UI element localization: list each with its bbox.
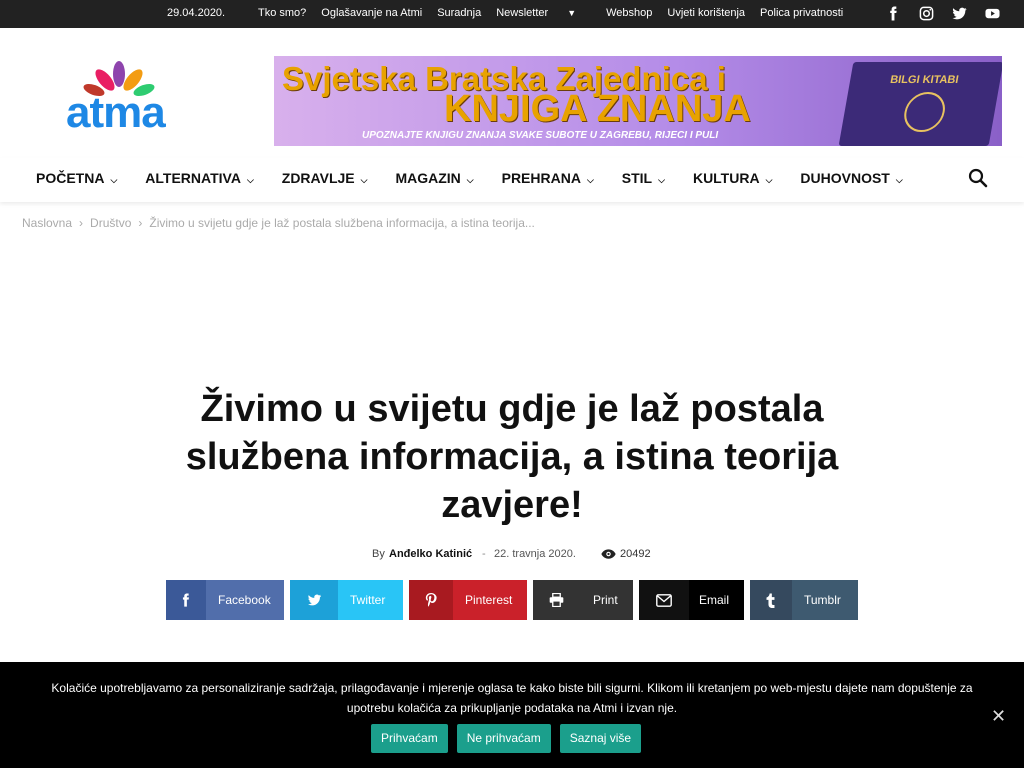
instagram-icon[interactable] (919, 6, 934, 21)
top-bar: 29.04.2020. Tko smo? Oglašavanje na Atmi… (0, 0, 1024, 28)
nav-item-label: MAGAZIN (395, 170, 461, 186)
pinterest-icon (409, 580, 453, 620)
nav-item-spirituality[interactable]: DUHOVNOST ⌵ (800, 170, 902, 186)
share-twitter-button[interactable]: Twitter (290, 580, 403, 620)
author-link[interactable]: Anđelko Katinić (389, 548, 472, 560)
nav-item-label: DUHOVNOST (800, 170, 890, 186)
meta-separator: - (482, 548, 486, 560)
youtube-icon[interactable] (985, 6, 1000, 21)
nav-item-health[interactable]: ZDRAVLJE ⌵ (282, 170, 368, 186)
chevron-down-icon: ⌵ (246, 175, 254, 185)
nav-item-label: POČETNA (36, 170, 105, 186)
share-email-button[interactable]: Email (639, 580, 744, 620)
chevron-down-icon: ⌵ (765, 175, 773, 185)
top-menu-item-about[interactable]: Tko smo? (258, 7, 306, 19)
nav-items: POČETNA ⌵ ALTERNATIVA ⌵ ZDRAVLJE ⌵ MAGAZIN ⌵… (36, 170, 903, 186)
nav-item-label: ZDRAVLJE (281, 170, 355, 186)
breadcrumb-home[interactable]: Naslovna (22, 216, 72, 230)
ad-banner[interactable]: Svjetska Bratska Zajednica i KNJIGA ZNAN… (274, 56, 1002, 146)
share-label: Tumblr (804, 593, 841, 607)
eye-icon (601, 549, 616, 559)
chevron-down-icon: ⌵ (466, 175, 474, 185)
breadcrumb-separator-icon: › (138, 216, 143, 230)
nav-item-food[interactable]: PREHRANA ⌵ (502, 170, 594, 186)
facebook-icon[interactable] (886, 6, 901, 21)
search-icon[interactable] (968, 168, 988, 188)
twitter-icon[interactable] (952, 6, 967, 21)
chevron-down-icon: ⌵ (895, 175, 903, 185)
nav-item-alternative[interactable]: ALTERNATIVA ⌵ (145, 170, 253, 186)
nav-item-magazine[interactable]: MAGAZIN ⌵ (395, 170, 473, 186)
byline-prefix: By (372, 548, 385, 560)
share-facebook-button[interactable]: Facebook (166, 580, 284, 620)
printer-icon (533, 580, 579, 620)
nav-item-label: KULTURA (692, 170, 760, 186)
share-label: Twitter (350, 593, 386, 607)
newsletter-label: Newsletter (496, 7, 549, 19)
share-label: Email (699, 593, 730, 607)
tumblr-icon (750, 580, 792, 620)
logo-wordmark: atma (66, 88, 166, 137)
top-menu-item-webshop[interactable]: Webshop (606, 7, 652, 19)
cookie-message: Kolačiće upotrebljavamo za personalizira… (51, 681, 973, 715)
share-label: Print (593, 593, 618, 607)
article-title: Živimo u svijetu gdje je laž postala slu… (185, 388, 839, 526)
site-logo[interactable]: atma (66, 60, 206, 137)
breadcrumb: Naslovna › Društvo › Živimo u svijetu gdje j… (22, 216, 535, 230)
chevron-down-icon: ⌵ (586, 175, 594, 185)
facebook-icon (166, 580, 206, 620)
top-menu-item-cooperation[interactable]: Suradnja (437, 7, 481, 19)
top-menu-item-advertising[interactable]: Oglašavanje na Atmi (321, 7, 422, 19)
breadcrumb-separator-icon: › (79, 216, 84, 230)
chevron-down-icon: ⌵ (360, 175, 368, 185)
book-title: BILGI KITABI (889, 74, 960, 86)
nav-item-style[interactable]: STIL ⌵ (622, 170, 665, 186)
cookie-buttons: Prihvaćam Ne prihvaćam Saznaj više (371, 724, 642, 753)
book-seal-icon (901, 92, 949, 132)
view-count: 20492 (620, 548, 651, 560)
email-icon (639, 580, 689, 620)
book-image: BILGI KITABI (838, 62, 1002, 146)
share-print-button[interactable]: Print (533, 580, 633, 620)
share-pinterest-button[interactable]: Pinterest (409, 580, 527, 620)
breadcrumb-current: Živimo u svijetu gdje je laž postala slu… (149, 216, 535, 230)
publish-date: 22. travnja 2020. (494, 548, 576, 560)
cookie-consent-bar: Kolačiće upotrebljavamo za personalizira… (0, 662, 1024, 768)
top-menu-item-privacy[interactable]: Polica privatnosti (760, 7, 843, 19)
cookie-more-button[interactable]: Saznaj više (559, 724, 642, 753)
top-menu-item-terms[interactable]: Uvjeti korištenja (667, 7, 745, 19)
banner-line-3: UPOZNAJTE KNJIGU ZNANJA SVAKE SUBOTE U Z… (362, 130, 719, 141)
breadcrumb-category[interactable]: Društvo (90, 216, 131, 230)
nav-item-label: STIL (621, 170, 653, 186)
cookie-reject-button[interactable]: Ne prihvaćam (456, 724, 551, 753)
social-links (886, 6, 1000, 21)
twitter-icon (290, 580, 338, 620)
chevron-down-icon: ⌵ (110, 175, 118, 185)
close-icon[interactable]: ✕ (991, 706, 1006, 727)
current-date: 29.04.2020. (167, 7, 226, 19)
nav-item-culture[interactable]: KULTURA ⌵ (693, 170, 772, 186)
cookie-accept-button[interactable]: Prihvaćam (371, 724, 448, 753)
share-tumblr-button[interactable]: Tumblr (750, 580, 858, 620)
nav-item-label: ALTERNATIVA (145, 170, 241, 186)
banner-line-2: KNJIGA ZNANJA (444, 88, 751, 130)
top-menu-item-newsletter[interactable]: Newsletter ▼ (496, 7, 591, 19)
share-label: Facebook (218, 593, 271, 607)
main-navigation: POČETNA ⌵ ALTERNATIVA ⌵ ZDRAVLJE ⌵ MAGAZIN ⌵… (0, 158, 1024, 202)
chevron-down-icon: ▼ (567, 8, 577, 18)
share-label: Pinterest (465, 593, 513, 607)
top-menu: Tko smo? Oglašavanje na Atmi Suradnja Ne… (258, 7, 858, 19)
chevron-down-icon: ⌵ (658, 175, 665, 185)
site-header: atma Svjetska Bratska Zajednica i KNJIGA… (0, 28, 1024, 158)
nav-item-home[interactable]: POČETNA ⌵ (36, 170, 117, 186)
nav-item-label: PREHRANA (501, 170, 581, 186)
